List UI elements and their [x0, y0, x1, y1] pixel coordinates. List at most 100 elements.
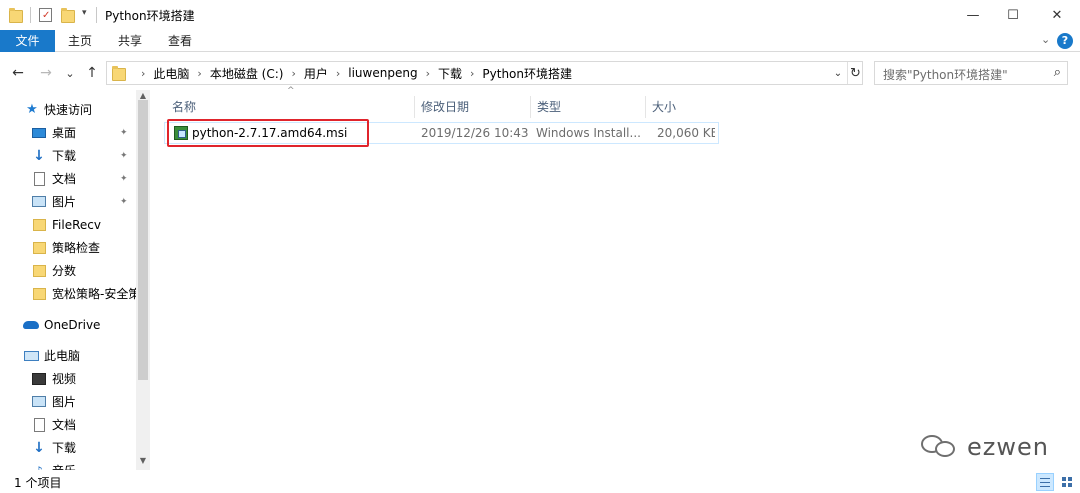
picture-icon: [31, 394, 47, 410]
item-count: 1 个项目: [14, 476, 62, 490]
breadcrumb-separator[interactable]: ›: [426, 67, 430, 80]
maximize-button[interactable]: ☐: [990, 0, 1036, 30]
sidebar-item-this-pc[interactable]: 此电脑: [0, 344, 136, 367]
folder-icon: [31, 263, 47, 279]
watermark: ezwen: [921, 433, 1049, 461]
sidebar-item-downloads-pc[interactable]: ↓ 下载: [0, 436, 136, 459]
document-icon: [31, 417, 47, 433]
recent-locations-button[interactable]: ⌄: [60, 62, 80, 84]
column-header-size[interactable]: 大小: [646, 96, 720, 118]
highlight-annotation: [167, 119, 369, 147]
cloud-icon: [23, 317, 39, 333]
scroll-down-icon[interactable]: ▼: [136, 456, 150, 465]
sidebar-item-label: 此电脑: [44, 349, 81, 363]
ribbon-collapse-icon[interactable]: ⌄: [1041, 33, 1050, 46]
wechat-logo-icon: [921, 433, 959, 461]
customize-quick-access-icon[interactable]: ▾: [82, 8, 87, 18]
sidebar-item-pictures[interactable]: 图片 ✦: [0, 190, 136, 213]
sidebar-item-desktop[interactable]: 桌面 ✦: [0, 121, 136, 144]
sidebar-item-onedrive[interactable]: OneDrive: [0, 313, 136, 336]
tab-home[interactable]: 主页: [58, 30, 102, 52]
sidebar-item-videos[interactable]: 视频: [0, 367, 136, 390]
search-icon[interactable]: ⌕: [1054, 65, 1061, 80]
breadcrumb-users[interactable]: 用户: [304, 65, 328, 82]
ribbon-tabs: 文件 主页 共享 查看 ⌄ ?: [0, 30, 1080, 52]
sidebar-item-loose-policy[interactable]: 宽松策略-安全策: [0, 282, 136, 305]
search-input[interactable]: 搜索"Python环境搭建" ⌕: [874, 61, 1068, 85]
status-bar: 1 个项目: [0, 471, 1080, 493]
pin-icon: ✦: [120, 173, 128, 184]
column-header-name[interactable]: 名称: [166, 96, 415, 118]
breadcrumb-separator[interactable]: ›: [470, 67, 474, 80]
file-size: 20,060 KB: [657, 126, 715, 140]
sidebar-item-documents-pc[interactable]: 文档: [0, 413, 136, 436]
desktop-icon: [31, 125, 47, 141]
file-list: ^ 名称 修改日期 类型 大小 python-2.7.17.amd64.msi …: [152, 86, 1080, 470]
tab-file[interactable]: 文件: [0, 30, 55, 52]
sidebar-item-filerecv[interactable]: FileRecv: [0, 213, 136, 236]
tab-share[interactable]: 共享: [108, 30, 152, 52]
sidebar-item-label: 下载: [52, 441, 77, 455]
sidebar-item-label: 宽松策略-安全策: [52, 287, 136, 301]
breadcrumb-user[interactable]: liuwenpeng: [348, 66, 417, 80]
refresh-button[interactable]: ↻: [847, 62, 863, 84]
help-icon[interactable]: ?: [1057, 33, 1073, 49]
sidebar-item-label: OneDrive: [44, 317, 101, 332]
sidebar-item-music[interactable]: ♪ 音乐: [0, 459, 136, 471]
sidebar-item-label: 文档: [52, 418, 77, 432]
breadcrumb-separator[interactable]: ›: [291, 67, 295, 80]
address-dropdown-icon[interactable]: ⌄: [829, 62, 847, 84]
breadcrumb-this-pc[interactable]: 此电脑: [153, 65, 189, 82]
watermark-text: ezwen: [967, 433, 1049, 461]
forward-button[interactable]: →: [36, 62, 56, 84]
breadcrumb-downloads[interactable]: 下载: [438, 65, 462, 82]
sort-ascending-icon: ^: [287, 86, 295, 96]
sidebar-item-downloads[interactable]: ↓ 下载 ✦: [0, 144, 136, 167]
sidebar-item-pictures-pc[interactable]: 图片: [0, 390, 136, 413]
sidebar-item-label: 策略检查: [52, 241, 101, 255]
computer-icon: [23, 348, 39, 364]
large-icons-view-button[interactable]: [1058, 473, 1076, 491]
breadcrumb-separator: ›: [141, 66, 146, 80]
folder-icon: [31, 240, 47, 256]
sidebar-item-scores[interactable]: 分数: [0, 259, 136, 282]
navigation-pane: ★ 快速访问 桌面 ✦ ↓ 下载 ✦ 文档 ✦ 图片 ✦ FileRecv 策略…: [0, 90, 150, 470]
sidebar-item-label: 音乐: [52, 462, 76, 470]
sidebar-item-label: 快速访问: [44, 103, 93, 117]
folder-icon[interactable]: [8, 7, 24, 23]
pin-icon: ✦: [120, 127, 128, 138]
document-icon: [31, 171, 47, 187]
search-placeholder: 搜索"Python环境搭建": [883, 68, 1008, 82]
sidebar-item-label: 视频: [52, 372, 77, 386]
address-bar[interactable]: › 此电脑 › 本地磁盘 (C:) › 用户 › liuwenpeng › 下载…: [106, 61, 863, 85]
back-button[interactable]: ←: [8, 62, 28, 84]
sidebar-item-quick-access[interactable]: ★ 快速访问: [0, 98, 136, 121]
new-folder-icon[interactable]: [60, 7, 76, 23]
scrollbar-thumb[interactable]: [138, 100, 148, 380]
folder-icon: [31, 217, 47, 233]
sidebar-item-label: 文档: [52, 172, 77, 186]
breadcrumb-separator[interactable]: ›: [197, 67, 201, 80]
pin-icon: ✦: [120, 196, 128, 207]
sidebar-item-documents[interactable]: 文档 ✦: [0, 167, 136, 190]
breadcrumb-local-disk[interactable]: 本地磁盘 (C:): [210, 65, 284, 82]
column-header-modified[interactable]: 修改日期: [415, 96, 531, 118]
details-view-button[interactable]: [1036, 473, 1054, 491]
sidebar-item-label: 图片: [52, 395, 77, 409]
properties-icon[interactable]: ✓: [38, 7, 54, 23]
close-button[interactable]: ✕: [1034, 0, 1080, 30]
navigation-bar: ← → ⌄ ↑ › 此电脑 › 本地磁盘 (C:) › 用户 › liuwenp…: [0, 58, 1080, 88]
scroll-up-icon[interactable]: ▲: [136, 91, 150, 100]
sidebar-scrollbar[interactable]: ▲ ▼: [136, 90, 150, 470]
sidebar-item-label: 桌面: [52, 126, 77, 140]
breadcrumb-current-folder[interactable]: Python环境搭建: [482, 65, 572, 82]
sidebar-item-label: 分数: [52, 264, 77, 278]
column-header-type[interactable]: 类型: [531, 96, 646, 118]
sidebar-item-policy-check[interactable]: 策略检查: [0, 236, 136, 259]
breadcrumb-separator[interactable]: ›: [336, 67, 340, 80]
toolbar-separator: [30, 7, 31, 23]
download-icon: ↓: [33, 439, 45, 456]
tab-view[interactable]: 查看: [158, 30, 202, 52]
up-button[interactable]: ↑: [82, 62, 102, 84]
music-icon: ♪: [31, 463, 47, 471]
